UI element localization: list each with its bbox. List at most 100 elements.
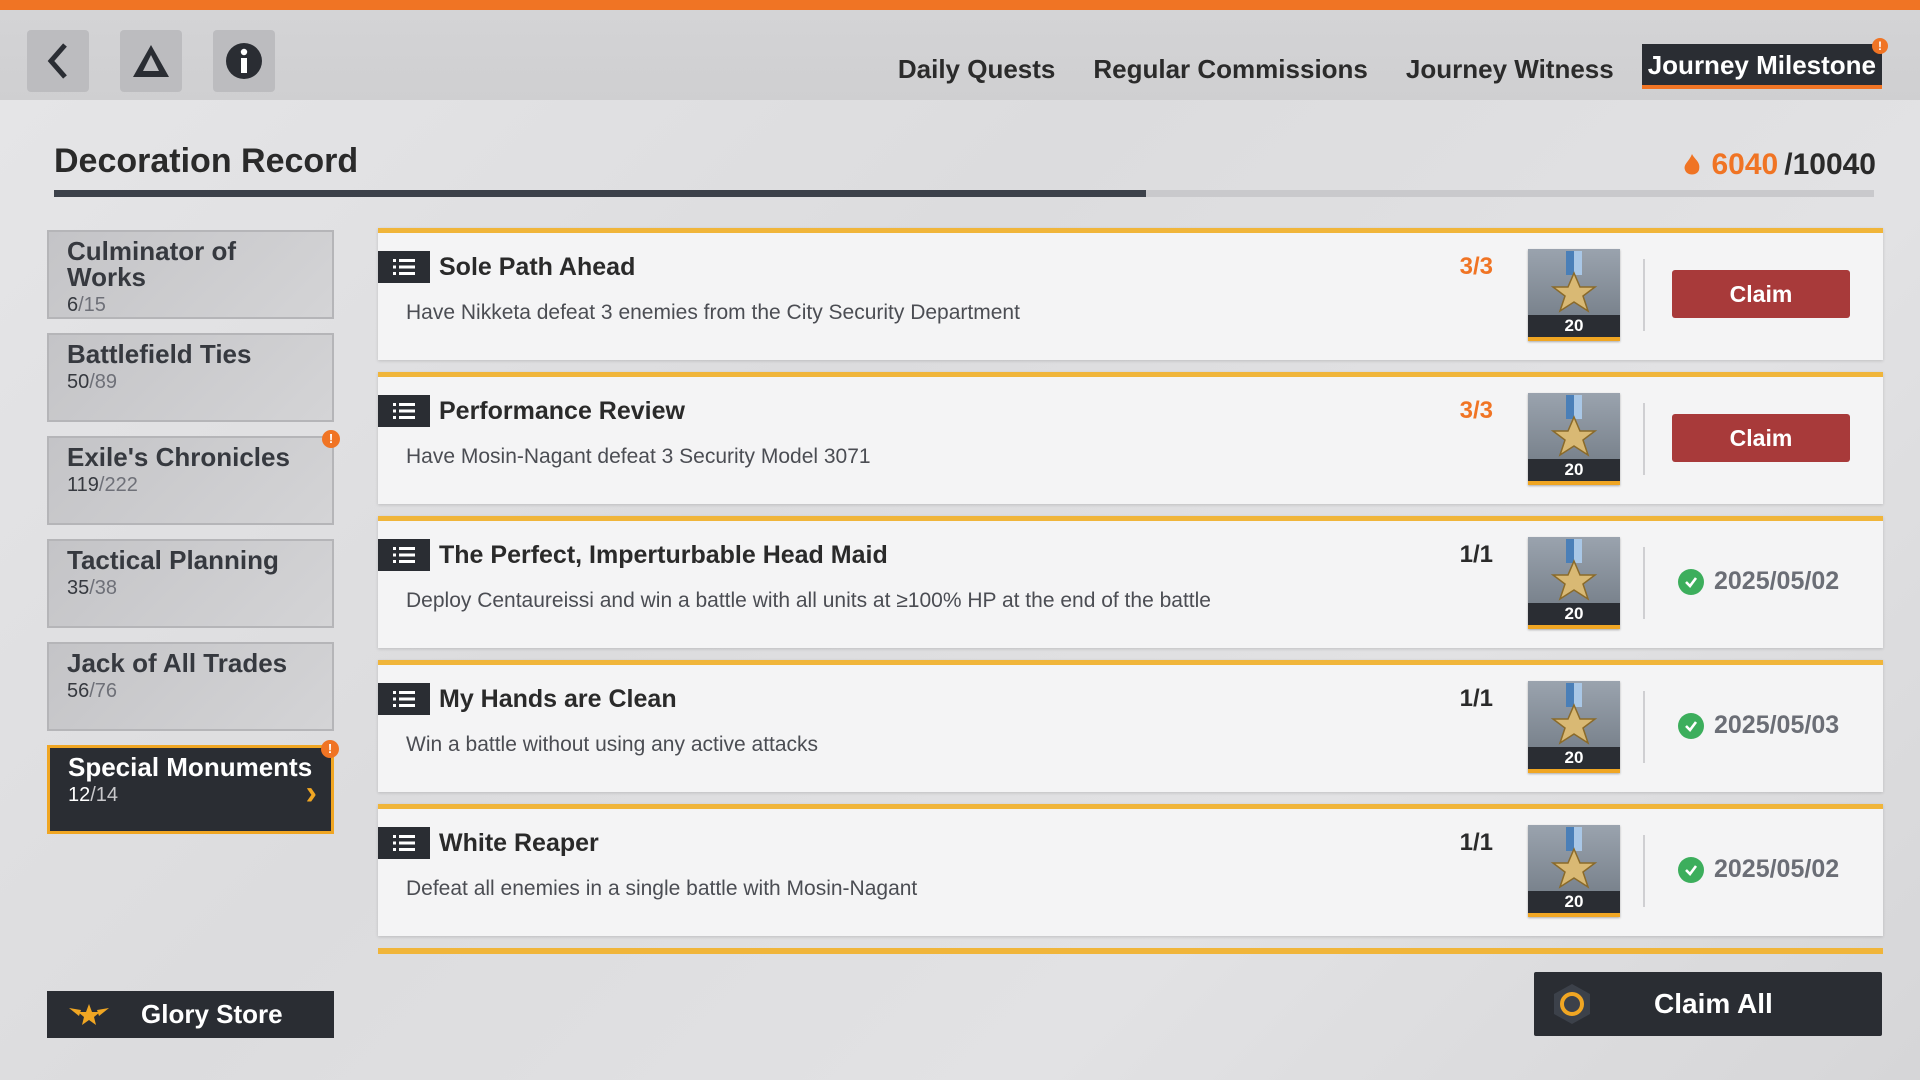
quest-description: Win a battle without using any active at… <box>406 733 819 756</box>
quest-progress: 1/1 <box>1459 541 1493 568</box>
claim-button[interactable]: Claim <box>1672 270 1850 318</box>
count-done: 6 <box>67 294 79 316</box>
sidebar-item[interactable]: Special Monuments 12/14! › <box>47 740 339 834</box>
reward-amount: 20 <box>1528 891 1620 913</box>
quest-title: Performance Review <box>439 397 685 425</box>
divider <box>1643 835 1645 907</box>
alert-badge: ! <box>322 430 340 448</box>
count-total: /38 <box>89 577 118 599</box>
sidebar-item-label: Culminator of Works <box>67 236 236 292</box>
sidebar-item[interactable]: Culminator of Works 6/15 <box>47 230 334 319</box>
completion-date: 2025/05/02 <box>1714 855 1840 883</box>
sidebar-item[interactable]: Exile's Chronicles 119/222! <box>47 430 340 525</box>
completed-status: 2025/05/03 <box>1678 711 1839 740</box>
completed-status: 2025/05/02 <box>1678 567 1839 596</box>
sidebar-item-label: Special Monuments <box>68 752 313 782</box>
quest-list-overflow-edge <box>378 948 1883 954</box>
quest-progress: 3/3 <box>1459 397 1493 424</box>
info-button[interactable] <box>213 30 275 92</box>
reward-amount: 20 <box>1528 603 1620 625</box>
quest-card: White Reaper Defeat all enemies in a sing… <box>378 804 1883 936</box>
count-done: 56 <box>67 680 90 702</box>
reward-medal[interactable]: 20 <box>1528 537 1620 629</box>
tab-journey-milestone[interactable]: Journey Milestone! <box>1641 38 1888 89</box>
list-icon <box>378 827 430 859</box>
divider <box>1643 259 1645 331</box>
list-icon <box>378 395 430 427</box>
reward-medal[interactable]: 20 <box>1528 681 1620 773</box>
count-total: /15 <box>78 294 106 316</box>
alert-badge: ! <box>321 740 339 758</box>
sidebar-item-count: 56/76 <box>67 680 314 703</box>
quest-card: Performance Review Have Mosin-Nagant defe… <box>378 372 1883 504</box>
info-icon <box>226 43 262 79</box>
back-button[interactable] <box>27 30 89 92</box>
sidebar-item[interactable]: Battlefield Ties 50/89 <box>47 333 334 422</box>
quest-description: Deploy Centaureissi and win a battle wit… <box>406 589 1211 612</box>
sidebar-item-count: 119/222 <box>67 474 314 497</box>
sidebar-item-label: Battlefield Ties <box>67 339 252 369</box>
progress-bar <box>54 190 1874 197</box>
tab-bar: Daily Quests Regular Commissions Journey W… <box>870 38 1888 89</box>
logo-icon <box>133 45 169 77</box>
sidebar-item-count: 35/38 <box>67 577 314 600</box>
quest-description: Have Mosin-Nagant defeat 3 Security Mode… <box>406 445 871 468</box>
quest-progress: 1/1 <box>1459 685 1493 712</box>
quest-description: Have Nikketa defeat 3 enemies from the C… <box>406 301 1020 324</box>
tab-label: Daily Quests <box>897 54 1056 84</box>
quest-title: White Reaper <box>439 829 599 857</box>
claim-button[interactable]: Claim <box>1672 414 1850 462</box>
completion-date: 2025/05/02 <box>1714 567 1840 595</box>
divider <box>1643 547 1645 619</box>
sidebar-item[interactable]: Jack of All Trades 56/76 <box>47 642 334 731</box>
glory-store-button[interactable]: Glory Store <box>47 991 334 1038</box>
quest-title: My Hands are Clean <box>439 685 677 713</box>
divider <box>1643 403 1645 475</box>
category-sidebar: Culminator of Works 6/15 Battlefield Ties 5… <box>47 230 340 848</box>
count-done: 50 <box>67 371 90 393</box>
home-button[interactable] <box>120 30 182 92</box>
score-max: /10040 <box>1784 148 1876 181</box>
count-total: /222 <box>98 474 138 496</box>
sidebar-item-label: Tactical Planning <box>67 545 279 575</box>
count-total: /14 <box>90 784 119 806</box>
reward-amount: 20 <box>1528 315 1620 337</box>
quest-card: Sole Path Ahead Have Nikketa defeat 3 ene… <box>378 228 1883 360</box>
chevron-right-icon: › <box>305 774 317 812</box>
claim-all-button[interactable]: Claim All <box>1534 972 1882 1036</box>
flame-icon <box>1685 154 1700 175</box>
tab-regular-commissions[interactable]: Regular Commissions <box>1083 50 1378 89</box>
tab-label: Regular Commissions <box>1093 54 1368 84</box>
top-accent-stripe <box>0 0 1920 10</box>
reward-amount: 20 <box>1528 747 1620 769</box>
count-done: 12 <box>68 784 91 806</box>
divider <box>1643 691 1645 763</box>
count-done: 35 <box>67 577 90 599</box>
quest-card: My Hands are Clean Win a battle without u… <box>378 660 1883 792</box>
reward-amount: 20 <box>1528 459 1620 481</box>
quest-title: Sole Path Ahead <box>439 253 636 281</box>
hexagon-icon <box>1550 982 1594 1026</box>
list-icon <box>378 683 430 715</box>
sidebar-item-label: Jack of All Trades <box>67 648 288 678</box>
star-wings-icon <box>69 1003 109 1025</box>
check-icon <box>1678 712 1704 739</box>
count-total: /76 <box>89 680 118 702</box>
reward-medal[interactable]: 20 <box>1528 393 1620 485</box>
sidebar-item-count: 6/15 <box>67 294 314 317</box>
tab-journey-witness[interactable]: Journey Witness <box>1396 50 1624 89</box>
page-title: Decoration Record <box>54 142 359 180</box>
list-icon <box>378 251 430 283</box>
sidebar-item[interactable]: Tactical Planning 35/38 <box>47 539 334 628</box>
count-done: 119 <box>67 474 99 496</box>
check-icon <box>1678 856 1704 883</box>
count-total: /89 <box>89 371 118 393</box>
claim-all-label: Claim All <box>1654 988 1773 1019</box>
progress-fill <box>54 190 1146 197</box>
tab-daily-quests[interactable]: Daily Quests <box>888 50 1066 89</box>
quest-card: The Perfect, Imperturbable Head Maid Depl… <box>378 516 1883 648</box>
reward-medal[interactable]: 20 <box>1528 249 1620 341</box>
reward-medal[interactable]: 20 <box>1528 825 1620 917</box>
list-icon <box>378 539 430 571</box>
tab-label: Journey Witness <box>1405 54 1614 84</box>
